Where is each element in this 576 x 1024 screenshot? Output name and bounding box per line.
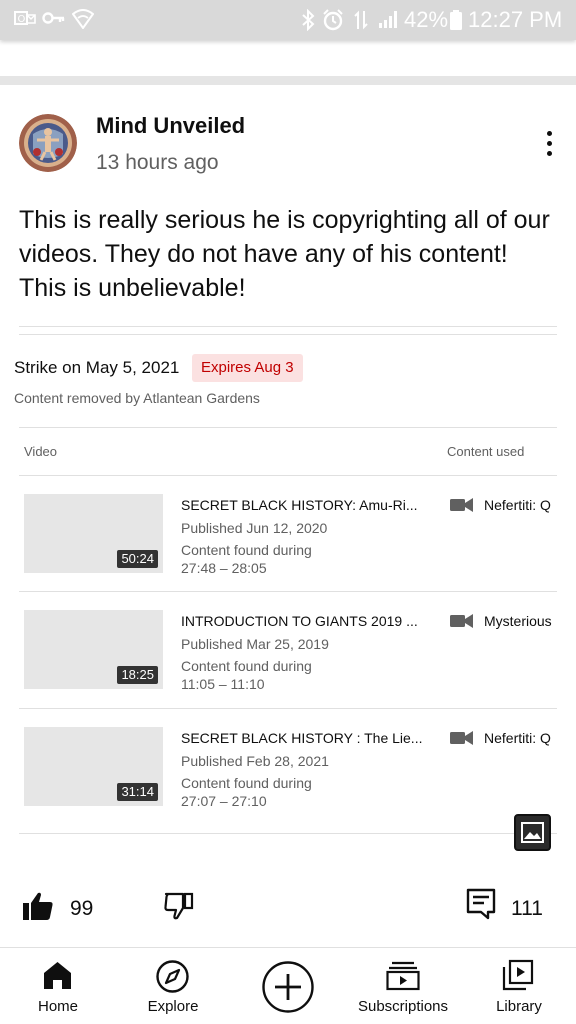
nav-home-label: Home (37, 998, 79, 1015)
nav-explore[interactable]: Explore (115, 948, 230, 1024)
strike-title: Strike on May 5, 2021 (14, 358, 180, 377)
nav-explore-label: Explore (147, 998, 199, 1015)
outlook-icon: O (14, 9, 36, 33)
column-header-content-used: Content used (447, 444, 525, 459)
clock: 12:27 PM (468, 7, 563, 32)
video-duration: 50:24 (117, 550, 158, 568)
video-row[interactable]: 31:14 SECRET BLACK HISTORY : The Lie... … (0, 709, 576, 826)
video-thumbnail[interactable]: 31:14 (24, 727, 163, 806)
video-camera-icon (450, 731, 473, 745)
thumbs-up-icon (23, 892, 53, 920)
divider (19, 334, 557, 335)
video-published: Published Mar 25, 2019 (181, 636, 329, 652)
nav-home[interactable]: Home (0, 948, 115, 1024)
like-count: 99 (70, 897, 94, 920)
library-icon (502, 959, 534, 991)
expires-badge: Expires Aug 3 (192, 354, 303, 382)
create-button[interactable] (258, 948, 318, 1024)
video-duration: 31:14 (117, 783, 158, 801)
vpn-key-icon (42, 9, 66, 33)
comment-count: 111 (511, 897, 543, 920)
content-used-title[interactable]: Nefertiti: Q (484, 728, 576, 748)
bluetooth-icon (300, 8, 316, 37)
content-found-label: Content found during (181, 775, 312, 791)
subscriptions-icon (386, 961, 420, 991)
strike-description: Content removed by Atlantean Gardens (14, 390, 260, 406)
thumbs-down-icon (164, 892, 194, 920)
content-used-title[interactable]: Nefertiti: Q (484, 495, 576, 515)
video-published: Published Jun 12, 2020 (181, 520, 328, 536)
divider (19, 427, 557, 428)
svg-text:O: O (18, 14, 26, 25)
content-found-label: Content found during (181, 542, 312, 558)
alarm-icon (322, 9, 344, 37)
dislike-button[interactable] (163, 890, 195, 922)
data-arrows-icon (354, 9, 368, 37)
nav-subscriptions[interactable]: Subscriptions (346, 948, 461, 1024)
signal-icon (378, 9, 400, 35)
divider (19, 326, 557, 327)
content-found-range: 27:07 – 27:10 (181, 793, 267, 809)
content-found-label: Content found during (181, 658, 312, 674)
image-icon[interactable] (514, 814, 551, 851)
video-camera-icon (450, 614, 473, 628)
content-found-range: 11:05 – 11:10 (181, 676, 265, 692)
comment-icon (466, 888, 496, 920)
video-row[interactable]: 50:24 SECRET BLACK HISTORY: Amu-Ri... Pu… (0, 476, 576, 593)
nav-subscriptions-label: Subscriptions (357, 998, 449, 1015)
column-header-video: Video (24, 444, 58, 459)
compass-icon (156, 960, 189, 993)
divider (19, 833, 557, 834)
status-bar: O 42% 12:27 PM (0, 0, 576, 40)
wifi-icon (71, 9, 95, 35)
battery-percent: 42% (404, 7, 449, 32)
more-options-button[interactable] (536, 128, 564, 160)
content-used-title[interactable]: Mysterious (484, 611, 576, 631)
more-dot-icon (547, 131, 552, 136)
nav-library-label: Library (496, 998, 542, 1015)
more-dot-icon (547, 141, 552, 146)
bottom-navigation: Home Explore Subscriptions Library (0, 947, 576, 1024)
like-button[interactable] (22, 890, 54, 922)
video-row[interactable]: 18:25 INTRODUCTION TO GIANTS 2019 ... Pu… (0, 592, 576, 709)
post-time: 13 hours ago (96, 151, 219, 174)
video-thumbnail[interactable]: 18:25 (24, 610, 163, 689)
battery-icon (449, 9, 463, 37)
video-title[interactable]: SECRET BLACK HISTORY : The Lie... (181, 728, 426, 748)
section-divider (0, 76, 576, 85)
more-dot-icon (547, 151, 552, 156)
video-camera-icon (450, 498, 473, 512)
home-icon (44, 962, 71, 989)
content-found-range: 27:48 – 28:05 (181, 560, 267, 576)
video-published: Published Feb 28, 2021 (181, 753, 329, 769)
video-title[interactable]: SECRET BLACK HISTORY: Amu-Ri... (181, 495, 426, 515)
video-title[interactable]: INTRODUCTION TO GIANTS 2019 ... (181, 611, 426, 631)
add-icon (262, 961, 314, 1013)
nav-library[interactable]: Library (461, 948, 576, 1024)
video-thumbnail[interactable]: 50:24 (24, 494, 163, 573)
channel-avatar[interactable] (19, 114, 77, 172)
post-text: This is really serious he is copyrightin… (19, 206, 550, 302)
video-duration: 18:25 (117, 666, 158, 684)
post-author[interactable]: Mind Unveiled (96, 112, 245, 140)
comment-button[interactable] (466, 888, 496, 920)
